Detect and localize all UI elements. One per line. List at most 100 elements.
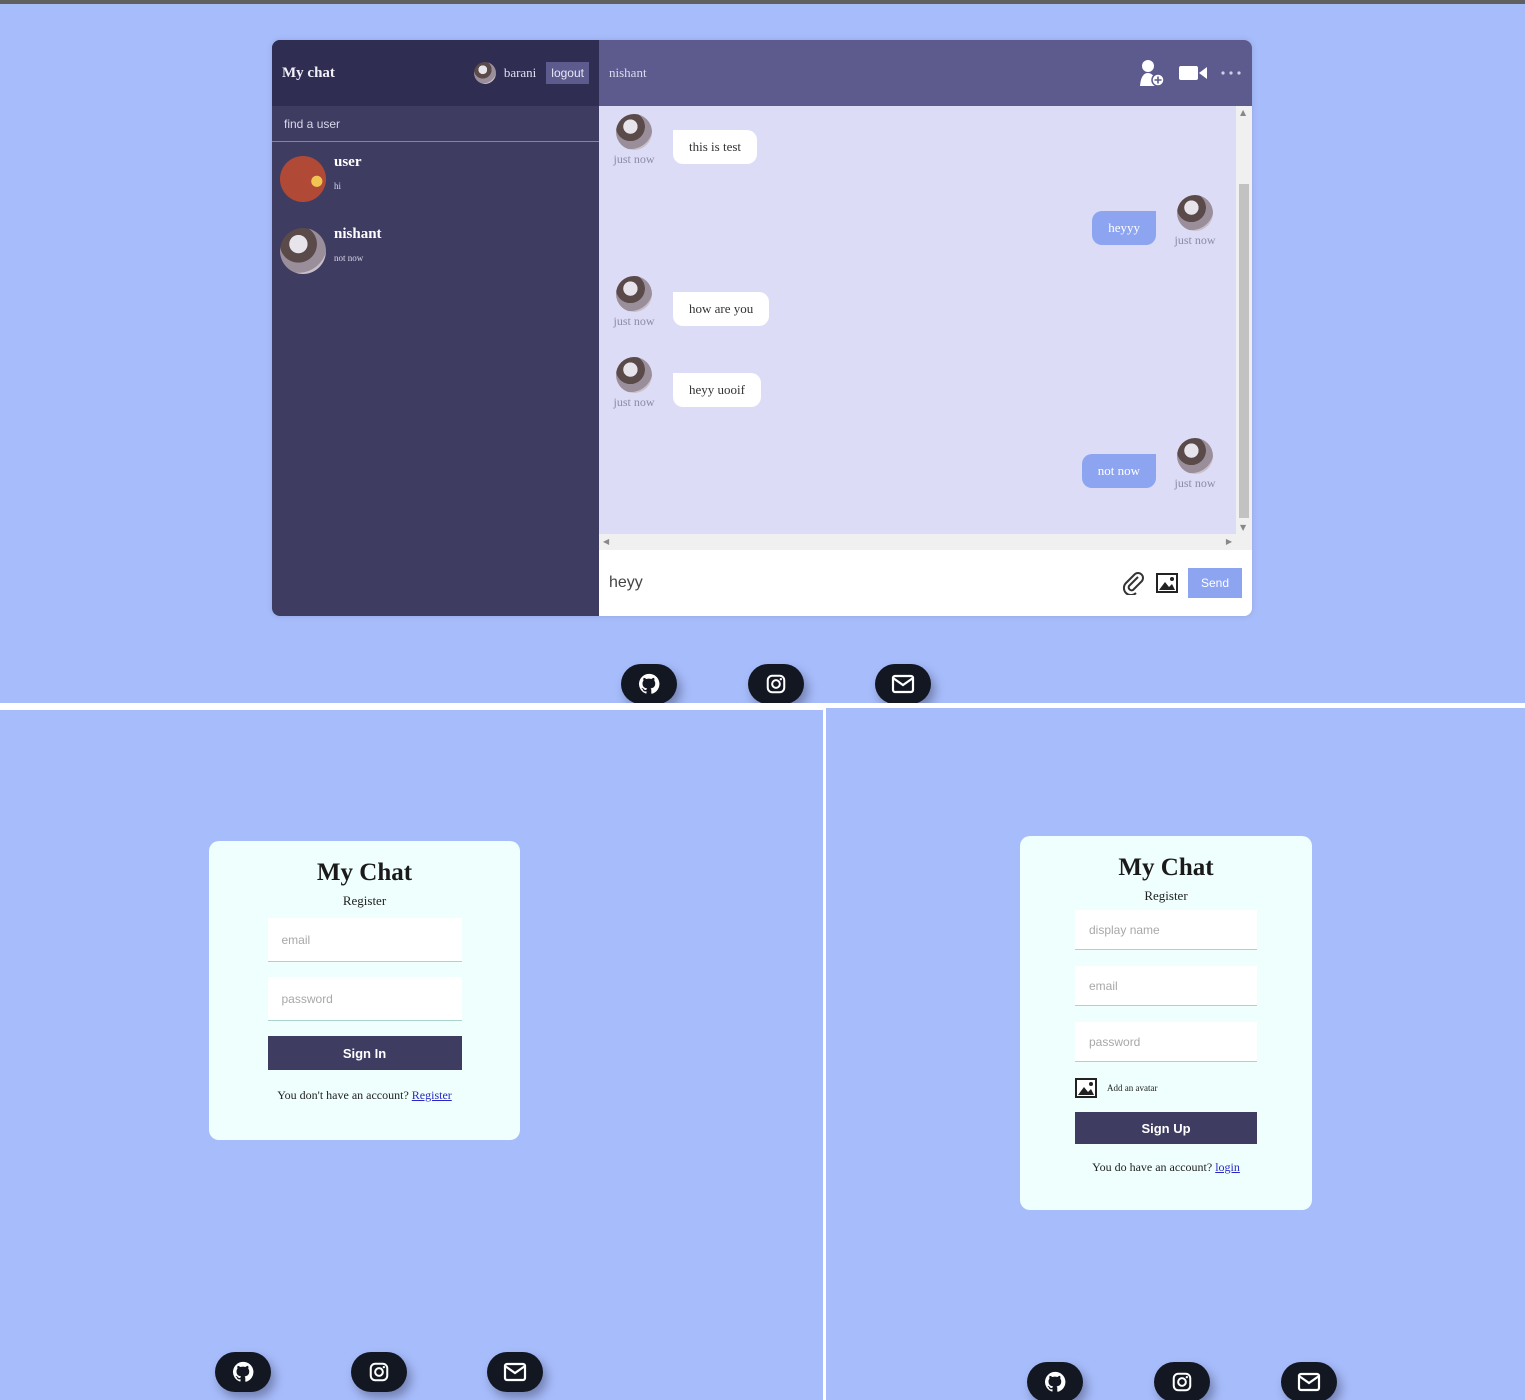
chat-list-last-message: not now <box>334 253 364 263</box>
github-button[interactable] <box>215 1352 271 1392</box>
avatar <box>280 156 326 202</box>
current-user: barani logout <box>473 62 589 84</box>
search-input[interactable] <box>284 116 599 131</box>
display-name-field[interactable] <box>1075 910 1257 950</box>
password-field[interactable] <box>267 977 462 1021</box>
social-links <box>215 1352 543 1392</box>
instagram-icon <box>766 674 786 694</box>
chat-window: My chat barani logout user hi <box>272 40 1252 616</box>
send-button[interactable]: Send <box>1187 568 1242 598</box>
sidebar: My chat barani logout user hi <box>272 40 599 616</box>
mail-button[interactable] <box>1281 1362 1337 1400</box>
github-button[interactable] <box>1027 1362 1083 1400</box>
mail-button[interactable] <box>875 664 931 703</box>
message: just now heyy uooif <box>607 357 1222 410</box>
avatar <box>1177 195 1213 231</box>
avatar <box>616 114 652 150</box>
login-form: My Chat Register Sign In You don't have … <box>209 841 520 1140</box>
current-user-avatar <box>473 62 496 84</box>
vertical-scrollbar[interactable]: ▲ ▼ <box>1236 106 1252 534</box>
form-footer: You do have an account? login <box>1092 1160 1240 1175</box>
avatar <box>1177 438 1213 474</box>
message-bubble: not now <box>1081 454 1156 488</box>
footer-text: You do have an account? <box>1092 1160 1213 1174</box>
password-field[interactable] <box>1075 1022 1257 1062</box>
message-input[interactable] <box>609 574 1122 592</box>
image-icon <box>1075 1078 1097 1098</box>
avatar <box>280 228 326 274</box>
add-user-icon[interactable] <box>1138 58 1166 88</box>
chat-list-info: user hi <box>334 152 362 191</box>
chat-list-item-nishant[interactable]: nishant not now <box>272 216 599 282</box>
video-camera-icon[interactable] <box>1178 64 1208 82</box>
instagram-button[interactable] <box>351 1352 407 1392</box>
instagram-icon <box>1172 1372 1192 1392</box>
chat-header-icons <box>1138 58 1242 88</box>
sidebar-navbar: My chat barani logout <box>272 40 599 106</box>
mail-button[interactable] <box>487 1352 543 1392</box>
instagram-button[interactable] <box>748 664 804 703</box>
message-info: just now <box>1168 195 1222 248</box>
chat-screen: My chat barani logout user hi <box>0 0 1525 703</box>
scroll-right-arrow[interactable]: ▶ <box>1226 537 1232 546</box>
message-info: just now <box>607 114 661 167</box>
message-bubble: heyy uooif <box>673 373 761 407</box>
chat-header: nishant <box>599 40 1252 106</box>
instagram-icon <box>369 1362 389 1382</box>
attach-icon[interactable] <box>1122 571 1146 595</box>
avatar <box>616 357 652 393</box>
footer-text: You don't have an account? <box>277 1088 409 1102</box>
add-avatar-button[interactable]: Add an avatar <box>1075 1078 1257 1098</box>
github-icon <box>638 673 660 694</box>
message-time: just now <box>613 152 655 166</box>
scroll-down-arrow[interactable]: ▼ <box>1240 523 1246 532</box>
social-links <box>621 664 931 703</box>
scroll-up-arrow[interactable]: ▲ <box>1240 108 1246 117</box>
instagram-button[interactable] <box>1154 1362 1210 1400</box>
register-form: My Chat Register Add an avatar Sign Up Y… <box>1020 836 1312 1210</box>
message-info: just now <box>607 276 661 329</box>
chat-list-last-message: hi <box>334 181 342 191</box>
form-title: Register <box>342 893 387 908</box>
github-button[interactable] <box>621 664 677 703</box>
github-icon <box>1044 1371 1066 1392</box>
app-logo: My chat <box>282 64 335 81</box>
register-screen: My Chat Register Add an avatar Sign Up Y… <box>826 708 1525 1400</box>
message-info: just now <box>1168 438 1222 491</box>
mail-icon <box>503 1362 527 1382</box>
message-info: just now <box>607 357 661 410</box>
email-field[interactable] <box>267 918 462 962</box>
message-bubble: this is test <box>673 130 758 164</box>
scroll-left-arrow[interactable]: ◀ <box>603 537 609 546</box>
email-field[interactable] <box>1075 966 1257 1006</box>
scrollbar-thumb[interactable] <box>1239 184 1249 518</box>
login-screen: My Chat Register Sign In You don't have … <box>0 710 823 1400</box>
message-bubble: how are you <box>673 292 770 326</box>
sign-in-button[interactable]: Sign In <box>267 1036 462 1070</box>
message-time: just now <box>613 395 655 409</box>
logout-button[interactable]: logout <box>546 62 589 84</box>
sign-up-button[interactable]: Sign Up <box>1075 1112 1257 1144</box>
github-icon <box>232 1361 254 1382</box>
message-owner: just now heyyy <box>607 195 1222 248</box>
horizontal-scrollbar[interactable]: ◀ ▶ <box>599 534 1252 550</box>
login-link[interactable]: login <box>1215 1160 1240 1174</box>
chat-list-name: nishant <box>334 226 382 242</box>
chat-list-info: nishant not now <box>334 224 382 263</box>
chat-list-item-user[interactable]: user hi <box>272 144 599 210</box>
mail-icon <box>891 674 915 694</box>
message: just now this is test <box>607 114 1222 167</box>
image-icon[interactable] <box>1155 573 1178 593</box>
message-time: just now <box>1174 476 1216 490</box>
register-link[interactable]: Register <box>412 1088 452 1102</box>
message-owner: just now not now <box>607 438 1222 491</box>
message-time: just now <box>613 314 655 328</box>
message-time: just now <box>1174 233 1216 247</box>
more-icon[interactable] <box>1220 70 1242 76</box>
user-search <box>272 106 599 142</box>
form-title: Register <box>1144 888 1188 903</box>
mail-icon <box>1297 1372 1321 1392</box>
chat-main: nishant just now this is test just now h… <box>599 40 1252 616</box>
chat-partner-name: nishant <box>609 65 647 80</box>
avatar <box>616 276 652 312</box>
